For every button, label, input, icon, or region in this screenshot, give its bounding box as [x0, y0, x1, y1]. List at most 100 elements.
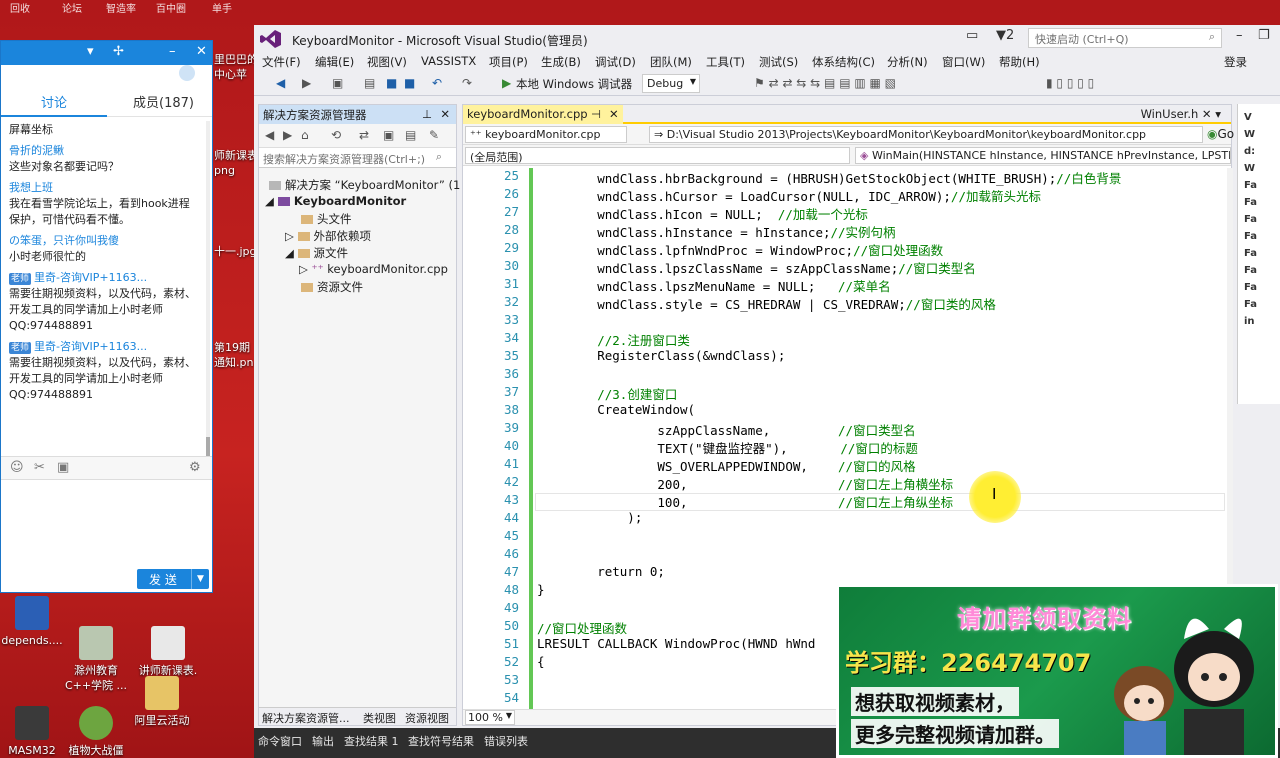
close-icon[interactable]: ✕: [196, 44, 207, 59]
new-project-icon[interactable]: ▣: [332, 76, 343, 90]
chevron-down-icon[interactable]: ▾: [87, 44, 94, 59]
aliyun-icon[interactable]: 阿里云活动: [130, 676, 194, 728]
tree-resource-files[interactable]: 资源文件: [301, 279, 363, 295]
depends-icon[interactable]: depends....: [0, 596, 64, 648]
quick-launch-input[interactable]: 快速启动 (Ctrl+Q) ⌕: [1028, 28, 1222, 48]
right-panel-item[interactable]: Fa: [1244, 248, 1257, 259]
menu-file[interactable]: 文件(F): [262, 54, 301, 70]
scrollbar-thumb[interactable]: [206, 437, 210, 457]
tab-output[interactable]: 输出: [312, 733, 334, 749]
code-line[interactable]: 42 200, //窗口左上角横坐标: [463, 474, 1233, 492]
pvz-icon[interactable]: 植物大战僵 尸: [64, 676, 128, 758]
menu-edit[interactable]: 编辑(E): [315, 54, 354, 70]
pin-icon[interactable]: ⊣: [591, 107, 601, 121]
back-icon[interactable]: ◀: [276, 76, 285, 90]
menu-team[interactable]: 团队(M): [650, 54, 692, 70]
tab-find-symbol-results[interactable]: 查找符号结果: [408, 733, 474, 749]
menu-help[interactable]: 帮助(H): [999, 54, 1040, 70]
minimize-icon[interactable]: –: [1236, 28, 1243, 43]
configuration-select[interactable]: Debug ▼: [642, 74, 700, 93]
chat-scrollbar[interactable]: [206, 121, 210, 457]
right-panel-item[interactable]: V: [1244, 112, 1252, 123]
code-line[interactable]: 39 szAppClassName, //窗口类型名: [463, 420, 1233, 438]
menu-debug[interactable]: 调试(D): [595, 54, 636, 70]
menu-project[interactable]: 项目(P): [489, 54, 528, 70]
collapse-icon[interactable]: ▣: [383, 128, 394, 142]
tree-cpp-file[interactable]: ▷ ⁺⁺ keyboardMonitor.cpp: [299, 262, 448, 276]
redo-icon[interactable]: ↷: [462, 76, 472, 90]
undo-icon[interactable]: ↶: [432, 76, 442, 90]
back-icon[interactable]: ◀: [265, 128, 274, 142]
code-line[interactable]: 43 100, //窗口左上角纵坐标: [463, 492, 1233, 510]
menu-architecture[interactable]: 体系结构(C): [812, 54, 875, 70]
login-link[interactable]: 登录: [1224, 54, 1247, 70]
tree-solution[interactable]: 解决方案 “KeyboardMonitor” (1: [269, 177, 460, 193]
go-button[interactable]: ◉Go: [1207, 127, 1234, 141]
right-panel-item[interactable]: d:: [1244, 146, 1255, 157]
code-line[interactable]: 38 CreateWindow(: [463, 402, 1233, 420]
save-all-icon[interactable]: ■: [404, 76, 415, 90]
message-sender[interactable]: 老师 里奇-咨询VIP+1163...: [9, 270, 198, 286]
right-panel-item[interactable]: Fa: [1244, 197, 1257, 208]
code-line[interactable]: 30 wndClass.lpszClassName = szAppClassNa…: [463, 258, 1233, 276]
open-icon[interactable]: ▤: [364, 76, 375, 90]
message-sender[interactable]: 我想上班: [9, 180, 198, 196]
right-panel-item[interactable]: Fa: [1244, 265, 1257, 276]
code-line[interactable]: 41 WS_OVERLAPPEDWINDOW, //窗口的风格: [463, 456, 1233, 474]
right-panel-item[interactable]: W: [1244, 163, 1255, 174]
tree-project[interactable]: ◢ KeyboardMonitor: [265, 194, 406, 208]
tab-winuser-h[interactable]: WinUser.h ✕ ▾: [1141, 107, 1221, 121]
image-icon[interactable]: ▣: [57, 460, 69, 475]
code-line[interactable]: 44 );: [463, 510, 1233, 528]
right-panel-item[interactable]: in: [1244, 316, 1255, 327]
close-icon[interactable]: ✕: [609, 107, 619, 121]
feedback-icon[interactable]: ▭: [966, 28, 978, 43]
save-icon[interactable]: ■: [386, 76, 397, 90]
pin-icon[interactable]: ⊥: [422, 107, 432, 121]
tab-find-results[interactable]: 查找结果 1: [344, 733, 399, 749]
code-line[interactable]: 29 wndClass.lpfnWndProc = WindowProc;//窗…: [463, 240, 1233, 258]
tab-class-view[interactable]: 类视图: [363, 710, 396, 726]
menu-view[interactable]: 视图(V): [367, 54, 407, 70]
code-line[interactable]: 31 wndClass.lpszMenuName = NULL; //菜单名: [463, 276, 1233, 294]
refresh-icon[interactable]: ⇄: [359, 128, 369, 142]
tab-discussion[interactable]: 讨论: [41, 92, 67, 111]
send-button[interactable]: 发 送 ▼: [137, 569, 209, 589]
gear-icon[interactable]: ⚙: [189, 460, 201, 475]
sync-icon[interactable]: ⟲: [331, 128, 341, 142]
desktop-icon-partial[interactable]: 里巴巴的 中心苹: [214, 52, 258, 82]
code-line[interactable]: 47 return 0;: [463, 564, 1233, 582]
desktop-icon-partial[interactable]: 十一.jpg: [214, 244, 257, 259]
properties-icon[interactable]: ▤: [405, 128, 416, 142]
right-panel-item[interactable]: Fa: [1244, 180, 1257, 191]
menu-vassistx[interactable]: VASSISTX: [421, 54, 476, 68]
message-sender[interactable]: 骨折的泥鳅: [9, 143, 198, 159]
menu-build[interactable]: 生成(B): [541, 54, 581, 70]
zoom-select[interactable]: 100 % ▼: [465, 710, 515, 725]
function-combo[interactable]: ◈ WinMain(HINSTANCE hInstance, HINSTANCE…: [855, 147, 1231, 164]
tab-error-list[interactable]: 错误列表: [484, 733, 528, 749]
right-panel-item[interactable]: Fa: [1244, 231, 1257, 242]
code-line[interactable]: 27 wndClass.hIcon = NULL; //加载一个光标: [463, 204, 1233, 222]
tree-source-files[interactable]: ◢ 源文件: [285, 245, 348, 261]
code-line[interactable]: 46: [463, 546, 1233, 564]
desktop-icon-partial[interactable]: 师新课表 png: [214, 148, 258, 178]
menu-analyze[interactable]: 分析(N): [887, 54, 928, 70]
wrench-icon[interactable]: ✎: [429, 128, 439, 142]
tab-keyboardmonitor-cpp[interactable]: keyboardMonitor.cpp ⊣ ✕: [463, 105, 623, 124]
forward-icon[interactable]: ▶: [283, 128, 292, 142]
solution-search-input[interactable]: 搜索解决方案资源管理器(Ctrl+;) ⌕: [259, 148, 456, 168]
chevron-down-icon[interactable]: ▼: [191, 569, 209, 589]
code-line[interactable]: 40 TEXT("键盘监控器"), //窗口的标题: [463, 438, 1233, 456]
code-line[interactable]: 33: [463, 312, 1233, 330]
code-line[interactable]: 26 wndClass.hCursor = LoadCursor(NULL, I…: [463, 186, 1233, 204]
tab-command-window[interactable]: 命令窗口: [258, 733, 302, 749]
message-sender[interactable]: の笨蛋，只许你叫我傻: [9, 233, 198, 249]
right-panel-item[interactable]: Fa: [1244, 299, 1257, 310]
home-icon[interactable]: ⌂: [301, 128, 309, 142]
path-combo[interactable]: ⇒ D:\Visual Studio 2013\Projects\Keyboar…: [649, 126, 1203, 143]
code-line[interactable]: 45: [463, 528, 1233, 546]
masm-icon[interactable]: MASM32 Editor: [0, 676, 64, 758]
tree-header-files[interactable]: 头文件: [301, 211, 352, 227]
scope-combo[interactable]: (全局范围): [465, 147, 850, 164]
